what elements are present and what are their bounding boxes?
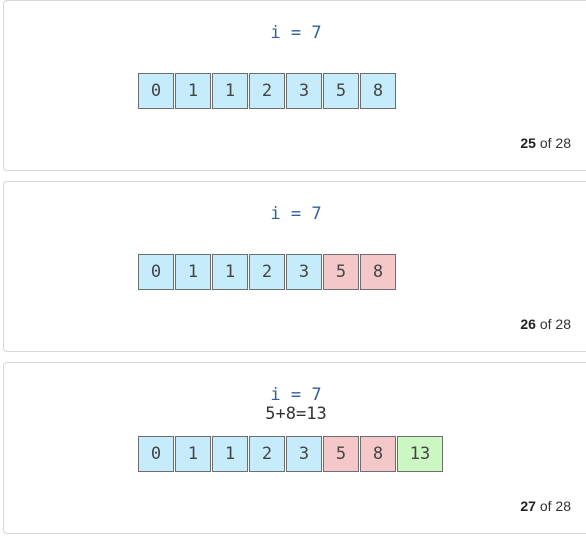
slide-counter-current: 27 <box>520 498 536 514</box>
array-cell: 2 <box>249 73 285 109</box>
array-cell: 1 <box>212 254 248 290</box>
array-cell: 1 <box>175 254 211 290</box>
array-cell: 2 <box>249 254 285 290</box>
array-cell-operand: 8 <box>360 254 396 290</box>
array-cell-operand: 5 <box>323 254 359 290</box>
slide-25: i = 7 0 1 1 2 3 5 8 25 of 28 <box>3 0 586 171</box>
sum-expression-label: 5+8=13 <box>265 404 327 424</box>
slide-26: i = 7 0 1 1 2 3 5 8 26 of 28 <box>3 181 586 352</box>
array-cell-result: 13 <box>397 436 443 472</box>
array-cell: 1 <box>175 73 211 109</box>
slide-counter-total: of 28 <box>539 135 571 151</box>
array-cell: 1 <box>212 73 248 109</box>
loop-index-label: i = 7 <box>270 23 322 43</box>
array-cell: 3 <box>286 254 322 290</box>
fibonacci-array: 0 1 1 2 3 5 8 <box>138 254 396 290</box>
slide-counter-current: 25 <box>520 135 536 151</box>
fibonacci-array: 0 1 1 2 3 5 8 13 <box>138 436 443 472</box>
array-cell: 0 <box>138 73 174 109</box>
array-cell-operand: 8 <box>360 436 396 472</box>
slide-counter: 27 of 28 <box>520 498 571 514</box>
slide-counter-total: of 28 <box>539 498 571 514</box>
array-cell: 8 <box>360 73 396 109</box>
slide-counter-current: 26 <box>520 316 536 332</box>
array-cell: 5 <box>323 73 359 109</box>
array-cell: 3 <box>286 436 322 472</box>
fibonacci-array: 0 1 1 2 3 5 8 <box>138 73 396 109</box>
array-cell: 1 <box>175 436 211 472</box>
slide-counter-total: of 28 <box>539 316 571 332</box>
slide-counter: 25 of 28 <box>520 135 571 151</box>
array-cell: 3 <box>286 73 322 109</box>
loop-index-label: i = 7 <box>270 385 322 405</box>
array-cell: 1 <box>212 436 248 472</box>
array-cell: 0 <box>138 436 174 472</box>
array-cell: 0 <box>138 254 174 290</box>
slide-27: i = 7 5+8=13 0 1 1 2 3 5 8 13 27 of 28 <box>3 362 586 534</box>
loop-index-label: i = 7 <box>270 204 322 224</box>
array-cell-operand: 5 <box>323 436 359 472</box>
array-cell: 2 <box>249 436 285 472</box>
slide-counter: 26 of 28 <box>520 316 571 332</box>
